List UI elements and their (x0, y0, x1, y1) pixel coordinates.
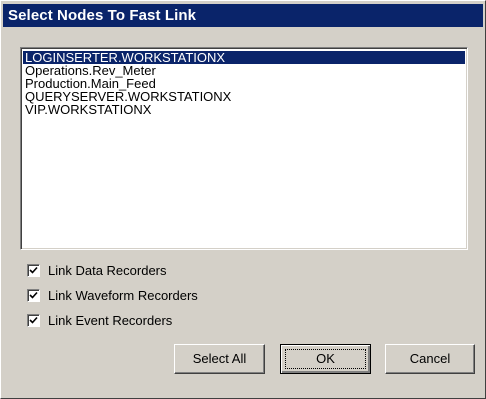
cancel-button[interactable]: Cancel (385, 344, 475, 374)
link-data-recorders-checkbox[interactable] (27, 264, 40, 277)
nodes-listbox[interactable]: LOGINSERTER.WORKSTATIONX Operations.Rev_… (20, 47, 468, 250)
checkmark-icon (29, 291, 38, 299)
link-waveform-recorders-label: Link Waveform Recorders (48, 288, 198, 303)
ok-label: OK (316, 351, 335, 366)
dialog-title: Select Nodes To Fast Link (8, 7, 197, 24)
link-event-recorders-label: Link Event Recorders (48, 313, 173, 328)
link-data-recorders-label: Link Data Recorders (48, 263, 167, 278)
ok-button[interactable]: OK (280, 344, 371, 374)
select-all-button[interactable]: Select All (174, 344, 265, 374)
title-bar[interactable]: Select Nodes To Fast Link (3, 4, 483, 27)
link-event-recorders-checkbox[interactable] (27, 314, 40, 327)
link-waveform-recorders-checkbox[interactable] (27, 289, 40, 302)
select-all-label: Select All (192, 351, 247, 366)
dialog-window: Select Nodes To Fast Link LOGINSERTER.WO… (0, 0, 486, 399)
checkmark-icon (29, 266, 38, 274)
list-item[interactable]: VIP.WORKSTATIONX (23, 103, 465, 116)
cancel-label: Cancel (409, 351, 451, 366)
checkmark-icon (29, 316, 38, 324)
